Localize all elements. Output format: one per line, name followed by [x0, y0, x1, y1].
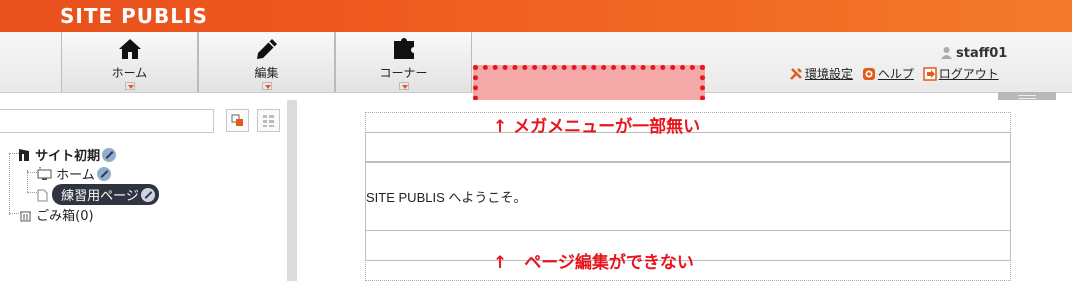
panel-resize-handle[interactable]	[998, 92, 1056, 100]
nav-corner-button[interactable]: コーナー	[335, 32, 472, 92]
welcome-text: SITE PUBLIS へようこそ。	[366, 190, 527, 205]
nav-corner-label: コーナー	[379, 66, 428, 80]
wrench-icon	[790, 68, 802, 80]
site-icon	[19, 149, 29, 161]
tree-item-label: ごみ箱(0)	[36, 209, 94, 224]
nav-edit-label: 編集	[254, 66, 279, 80]
edit-pencil-icon[interactable]	[102, 148, 117, 162]
user-links: 環境設定 ヘルプ ログアウト	[789, 65, 1004, 82]
annotation-missing-menu: ↑ メガメニューが一部無い	[493, 117, 701, 137]
top-bar: SITE PUBLIS	[0, 0, 1072, 32]
tree-item-site-root[interactable]: サイト初期	[17, 145, 117, 164]
mega-menu-bar: ホーム 編集 コーナー	[0, 32, 1072, 121]
logout-link[interactable]: ログアウト	[939, 67, 999, 81]
nav-edit-button[interactable]: 編集	[198, 32, 335, 92]
monitor-icon	[37, 167, 52, 180]
settings-link[interactable]: 環境設定	[805, 67, 853, 81]
tree-item-home[interactable]: ホーム	[37, 164, 111, 183]
page-icon	[37, 189, 48, 202]
help-icon	[862, 68, 875, 80]
tree-item-label: サイト初期	[35, 149, 101, 164]
sync-icon	[231, 114, 243, 126]
chevron-down-icon[interactable]	[262, 82, 272, 90]
home-icon	[119, 39, 141, 59]
nav-home-button[interactable]: ホーム	[61, 32, 198, 92]
panel-splitter[interactable]	[287, 100, 297, 281]
pencil-icon	[257, 39, 277, 59]
help-link[interactable]: ヘルプ	[878, 67, 914, 81]
chevron-down-icon[interactable]	[125, 82, 135, 90]
list-view-button[interactable]	[257, 109, 280, 132]
trash-icon	[20, 211, 31, 222]
puzzle-icon	[394, 38, 414, 59]
edit-pencil-icon[interactable]	[96, 167, 111, 181]
chevron-down-icon[interactable]	[399, 82, 409, 90]
brand-logo: SITE PUBLIS	[60, 4, 208, 28]
tree-search-input[interactable]	[0, 109, 214, 133]
nav-home-label: ホーム	[111, 66, 148, 80]
tree-item-practice-page[interactable]: 練習用ページ	[37, 184, 159, 205]
grid-icon	[263, 115, 274, 127]
tree-item-label: 練習用ページ	[61, 189, 139, 204]
tree-item-trash[interactable]: ごみ箱(0)	[19, 205, 94, 224]
logout-icon	[922, 67, 937, 81]
selected-page-pill[interactable]: 練習用ページ	[52, 184, 159, 205]
user-icon	[941, 47, 952, 59]
edit-pencil-icon[interactable]	[140, 188, 155, 202]
annotation-cannot-edit: ↑ ページ編集ができない	[493, 253, 694, 273]
tree-item-label: ホーム	[56, 168, 95, 183]
username: staff01	[956, 46, 1008, 61]
refresh-tree-button[interactable]	[226, 109, 249, 132]
site-tree-panel: サイト初期 ホーム 練習用ページ ごみ箱(0)	[0, 100, 287, 281]
user-info: staff01	[940, 46, 1007, 61]
